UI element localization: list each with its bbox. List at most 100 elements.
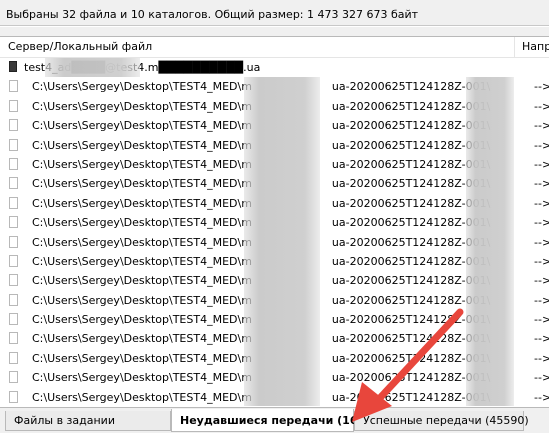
redaction-blur [244,96,320,117]
redaction-blur [466,96,514,117]
file-icon [9,371,18,384]
file-row[interactable]: C:\Users\Sergey\Desktop\TEST4_MED\m ua-20… [0,135,549,155]
file-icon [9,177,18,190]
file-path-prefix: C:\Users\Sergey\Desktop\TEST4_MED\m [32,371,252,385]
direction-arrow: --> [534,351,549,365]
file-icon [9,196,18,209]
selection-status-text: Выбраны 32 файла и 10 каталогов. Общий р… [6,8,419,21]
file-row[interactable]: C:\Users\Sergey\Desktop\TEST4_MED\m ua-20… [0,96,549,117]
file-icon [9,216,18,229]
file-icon [9,235,18,248]
file-path-prefix: C:\Users\Sergey\Desktop\TEST4_MED\m [32,313,252,327]
redaction-blur [244,368,320,388]
file-icon [9,119,18,132]
file-row[interactable]: C:\Users\Sergey\Desktop\TEST4_MED\m ua-20… [0,251,549,272]
file-path-prefix: C:\Users\Sergey\Desktop\TEST4_MED\m [32,119,252,133]
direction-arrow: --> [534,254,549,268]
file-path-prefix: C:\Users\Sergey\Desktop\TEST4_MED\m [32,157,252,171]
redaction-blur [244,154,320,175]
redaction-blur [244,135,320,155]
direction-arrow: --> [534,274,549,288]
column-direction[interactable]: Напр [516,37,549,57]
selection-status-bar: Выбраны 32 файла и 10 каталогов. Общий р… [0,4,549,26]
tab-successful-transfers[interactable]: Успешные передачи (45590) [354,411,529,431]
file-row[interactable]: C:\Users\Sergey\Desktop\TEST4_MED\m ua-20… [0,232,549,252]
direction-arrow: --> [534,235,549,249]
file-icon [9,254,18,267]
file-row[interactable]: C:\Users\Sergey\Desktop\TEST4_MED\m ua-20… [0,271,549,291]
direction-arrow: --> [534,313,549,327]
tab-successful-transfers-label: Успешные передачи (45590) [363,414,529,427]
file-path-prefix: C:\Users\Sergey\Desktop\TEST4_MED\m [32,332,252,346]
direction-arrow: --> [534,196,549,210]
file-row[interactable]: C:\Users\Sergey\Desktop\TEST4_MED\m ua-20… [0,290,549,311]
file-row[interactable]: C:\Users\Sergey\Desktop\TEST4_MED\m ua-20… [0,174,549,194]
file-row[interactable]: C:\Users\Sergey\Desktop\TEST4_MED\m ua-20… [0,368,549,388]
file-row[interactable]: C:\Users\Sergey\Desktop\TEST4_MED\m ua-20… [0,348,549,369]
redaction-blur [466,154,514,175]
file-row[interactable]: C:\Users\Sergey\Desktop\TEST4_MED\m ua-20… [0,116,549,136]
file-path-prefix: C:\Users\Sergey\Desktop\TEST4_MED\m [32,235,252,249]
redaction-blur [244,329,320,349]
file-icon [9,274,18,287]
file-path-prefix: C:\Users\Sergey\Desktop\TEST4_MED\m [32,196,252,210]
column-direction-label: Напр [522,40,549,53]
direction-arrow: --> [534,177,549,191]
redaction-blur [466,329,514,349]
transfer-queue-list: test4_ad████@test4.m██████████.ua C:\Use… [0,58,549,406]
tab-queued-files-label: Файлы в задании [14,414,115,427]
redaction-blur [244,310,320,330]
tab-failed-transfers[interactable]: Неудавшиеся передачи (166) [171,409,370,432]
file-row[interactable]: C:\Users\Sergey\Desktop\TEST4_MED\m ua-20… [0,329,549,349]
direction-arrow: --> [534,119,549,133]
tab-queued-files[interactable]: Файлы в задании [5,411,171,431]
file-path-prefix: C:\Users\Sergey\Desktop\TEST4_MED\m [32,216,252,230]
redaction-blur [466,368,514,388]
file-row[interactable]: C:\Users\Sergey\Desktop\TEST4_MED\m ua-20… [0,310,549,330]
direction-arrow: --> [534,216,549,230]
server-icon [9,61,17,72]
file-icon [9,313,18,326]
redaction-blur [244,116,320,136]
file-path-prefix: C:\Users\Sergey\Desktop\TEST4_MED\m [32,177,252,191]
direction-arrow: --> [534,390,549,404]
redaction-blur [244,290,320,311]
redaction-blur [45,58,140,78]
redaction-blur [466,77,514,97]
redaction-blur [244,251,320,272]
direction-arrow: --> [534,80,549,94]
redaction-blur [244,271,320,291]
tab-failed-transfers-label: Неудавшиеся передачи (166) [180,414,371,427]
file-row[interactable]: C:\Users\Sergey\Desktop\TEST4_MED\m ua-20… [0,154,549,175]
file-icon [9,157,18,170]
file-path-prefix: C:\Users\Sergey\Desktop\TEST4_MED\m [32,99,252,113]
direction-arrow: --> [534,332,549,346]
direction-arrow: --> [534,293,549,307]
file-icon [9,351,18,364]
queue-column-header: Сервер/Локальный файл Напр [0,37,549,58]
redaction-blur [244,77,320,97]
file-icon [9,99,18,112]
column-server-local-file-label: Сервер/Локальный файл [8,40,153,53]
redaction-blur [244,193,320,214]
file-row[interactable]: C:\Users\Sergey\Desktop\TEST4_MED\m ua-20… [0,387,549,406]
column-server-local-file[interactable]: Сервер/Локальный файл [0,37,515,57]
server-row[interactable]: test4_ad████@test4.m██████████.ua [0,58,549,78]
file-icon [9,390,18,403]
redaction-blur [466,348,514,369]
redaction-blur [466,310,514,330]
file-row[interactable]: C:\Users\Sergey\Desktop\TEST4_MED\m ua-20… [0,193,549,214]
file-path-prefix: C:\Users\Sergey\Desktop\TEST4_MED\m [32,351,252,365]
file-row[interactable]: C:\Users\Sergey\Desktop\TEST4_MED\m ua-20… [0,77,549,97]
direction-arrow: --> [534,99,549,113]
file-row[interactable]: C:\Users\Sergey\Desktop\TEST4_MED\m ua-20… [0,213,549,233]
redaction-blur [244,348,320,369]
direction-arrow: --> [534,138,549,152]
file-icon [9,293,18,306]
pane-splitter[interactable] [0,27,549,37]
redaction-blur [466,135,514,155]
file-path-prefix: C:\Users\Sergey\Desktop\TEST4_MED\m [32,390,252,404]
file-icon [9,332,18,345]
direction-arrow: --> [534,157,549,171]
file-path-prefix: C:\Users\Sergey\Desktop\TEST4_MED\m [32,293,252,307]
